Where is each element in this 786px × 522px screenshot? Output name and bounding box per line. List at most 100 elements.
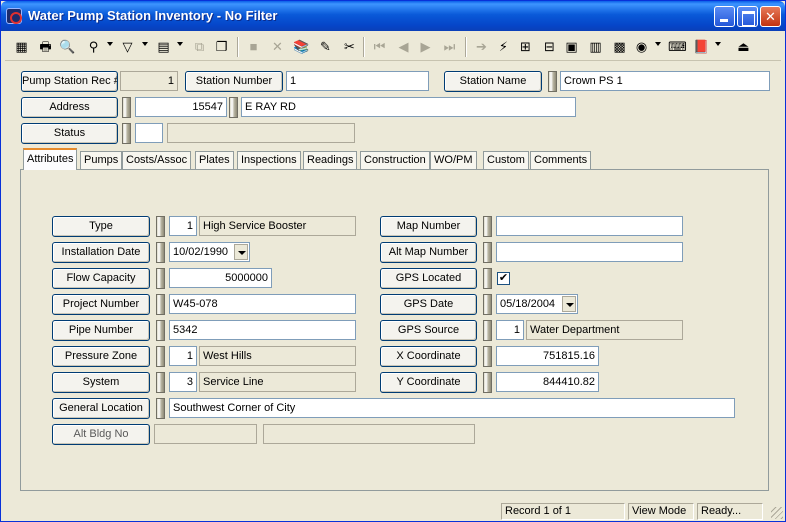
- flow-capacity-grip[interactable]: [156, 268, 165, 289]
- gps-date-grip[interactable]: [483, 294, 492, 315]
- cut-icon[interactable]: ✂: [339, 36, 360, 57]
- status-button[interactable]: Status: [21, 123, 118, 144]
- gps-date-picker[interactable]: 05/18/2004: [496, 294, 578, 314]
- status-grip[interactable]: [122, 123, 131, 144]
- type-code-field[interactable]: 1: [169, 216, 197, 236]
- tab-comments[interactable]: Comments: [530, 151, 592, 169]
- station-name-button[interactable]: Station Name: [444, 71, 542, 92]
- flow-capacity-button[interactable]: Flow Capacity: [52, 268, 150, 289]
- gps-source-button[interactable]: GPS Source: [380, 320, 477, 341]
- gps-source-code-field[interactable]: 1: [496, 320, 524, 340]
- installation-date-button[interactable]: Installation Date: [52, 242, 150, 263]
- y-coordinate-button[interactable]: Y Coordinate: [380, 372, 477, 393]
- system-grip[interactable]: [156, 372, 165, 393]
- y-coordinate-grip[interactable]: [483, 372, 492, 393]
- save-icon[interactable]: ■: [243, 36, 264, 57]
- lightning-icon[interactable]: ⚡: [493, 36, 514, 57]
- gis-map-icon[interactable]: ▩: [609, 36, 630, 57]
- station-name-field[interactable]: Crown PS 1: [560, 71, 770, 91]
- station-name-grip[interactable]: [548, 71, 557, 92]
- type-button[interactable]: Type: [52, 216, 150, 237]
- system-code-field[interactable]: 3: [169, 372, 197, 392]
- title-bar[interactable]: Water Pump Station Inventory - No Filter…: [1, 1, 785, 31]
- gps-located-button[interactable]: GPS Located: [380, 268, 477, 289]
- book-dropdown-icon[interactable]: [715, 42, 721, 46]
- tab-custom[interactable]: Custom: [483, 151, 529, 169]
- pressure-zone-code-field[interactable]: 1: [169, 346, 197, 366]
- network-icon[interactable]: ⊟: [539, 36, 560, 57]
- project-number-grip[interactable]: [156, 294, 165, 315]
- tab-readings[interactable]: Readings: [303, 151, 358, 169]
- exit-icon[interactable]: ⏏: [733, 36, 754, 57]
- search-dropdown-icon[interactable]: [107, 42, 113, 46]
- copy-record-icon[interactable]: ⧉: [189, 36, 210, 57]
- system-button[interactable]: System: [52, 372, 150, 393]
- installation-date-picker[interactable]: 10/02/1990: [169, 242, 250, 262]
- app-icon[interactable]: [6, 8, 22, 24]
- goto-icon[interactable]: ➔: [471, 36, 492, 57]
- delete-icon[interactable]: ✕: [267, 36, 288, 57]
- tab-pumps[interactable]: Pumps: [80, 151, 123, 169]
- tab-plates[interactable]: Plates: [195, 151, 234, 169]
- tab-wo-pm[interactable]: WO/PM: [430, 151, 477, 169]
- tab-inspections[interactable]: Inspections: [237, 151, 301, 169]
- address-street-field[interactable]: E RAY RD: [241, 97, 576, 117]
- map-number-button[interactable]: Map Number: [380, 216, 477, 237]
- chevron-down-icon[interactable]: [234, 244, 248, 260]
- tab-attributes[interactable]: Attributes: [23, 148, 78, 170]
- installation-date-grip[interactable]: [156, 242, 165, 263]
- duplicate-icon[interactable]: ❐: [211, 36, 232, 57]
- flow-capacity-field[interactable]: 5000000: [169, 268, 272, 288]
- globe-icon[interactable]: ◉: [631, 36, 652, 57]
- pipe-number-button[interactable]: Pipe Number: [52, 320, 150, 341]
- previous-record-icon[interactable]: ◀: [393, 36, 414, 57]
- map-number-field[interactable]: [496, 216, 683, 236]
- address-grip[interactable]: [122, 97, 131, 118]
- gps-located-checkbox[interactable]: ✔: [497, 272, 510, 285]
- pipe-number-grip[interactable]: [156, 320, 165, 341]
- last-record-icon[interactable]: ⏭: [439, 36, 460, 57]
- alt-bldg-no-button[interactable]: Alt Bldg No: [52, 424, 150, 445]
- filter-icon[interactable]: ▽: [117, 36, 138, 57]
- general-location-field[interactable]: Southwest Corner of City: [169, 398, 735, 418]
- first-record-icon[interactable]: ⏮: [369, 36, 390, 57]
- y-coordinate-field[interactable]: 844410.82: [496, 372, 599, 392]
- print-preview-icon[interactable]: 🔍: [57, 36, 78, 57]
- next-record-icon[interactable]: ▶: [415, 36, 436, 57]
- keyboard-icon[interactable]: ⌨: [667, 36, 688, 57]
- close-button[interactable]: ✕: [760, 6, 781, 27]
- map-number-grip[interactable]: [483, 216, 492, 237]
- street-grip[interactable]: [229, 97, 238, 118]
- tab-costs-assoc[interactable]: Costs/Assoc: [122, 151, 192, 169]
- minimize-button[interactable]: [714, 6, 735, 27]
- gps-located-grip[interactable]: [483, 268, 492, 289]
- chevron-down-icon[interactable]: [562, 296, 576, 312]
- tab-construction[interactable]: Construction: [360, 151, 430, 169]
- alt-map-number-button[interactable]: Alt Map Number: [380, 242, 477, 263]
- alt-map-number-field[interactable]: [496, 242, 683, 262]
- filter-dropdown-icon[interactable]: [142, 42, 148, 46]
- project-number-button[interactable]: Project Number: [52, 294, 150, 315]
- address-button[interactable]: Address: [21, 97, 118, 118]
- gps-date-button[interactable]: GPS Date: [380, 294, 477, 315]
- edit-pencil-icon[interactable]: ✎: [315, 36, 336, 57]
- pipe-number-field[interactable]: 5342: [169, 320, 356, 340]
- globe-dropdown-icon[interactable]: [655, 42, 661, 46]
- x-coordinate-field[interactable]: 751815.16: [496, 346, 599, 366]
- map-view-icon[interactable]: ▣: [561, 36, 582, 57]
- calculator-icon[interactable]: ▥: [585, 36, 606, 57]
- books-icon[interactable]: 📚: [291, 36, 312, 57]
- hierarchy-icon[interactable]: ⊞: [515, 36, 536, 57]
- pressure-zone-button[interactable]: Pressure Zone: [52, 346, 150, 367]
- report-icon[interactable]: ▤: [153, 36, 174, 57]
- station-number-button[interactable]: Station Number: [185, 71, 283, 92]
- project-number-field[interactable]: W45-078: [169, 294, 356, 314]
- maximize-button[interactable]: [737, 6, 758, 27]
- search-binoculars-icon[interactable]: ⚲: [83, 36, 104, 57]
- rec-number-button[interactable]: Pump Station Rec #: [21, 71, 118, 92]
- address-number-field[interactable]: 15547: [135, 97, 227, 117]
- alt-map-number-grip[interactable]: [483, 242, 492, 263]
- gps-source-grip[interactable]: [483, 320, 492, 341]
- book-icon[interactable]: 📕: [691, 36, 712, 57]
- x-coordinate-grip[interactable]: [483, 346, 492, 367]
